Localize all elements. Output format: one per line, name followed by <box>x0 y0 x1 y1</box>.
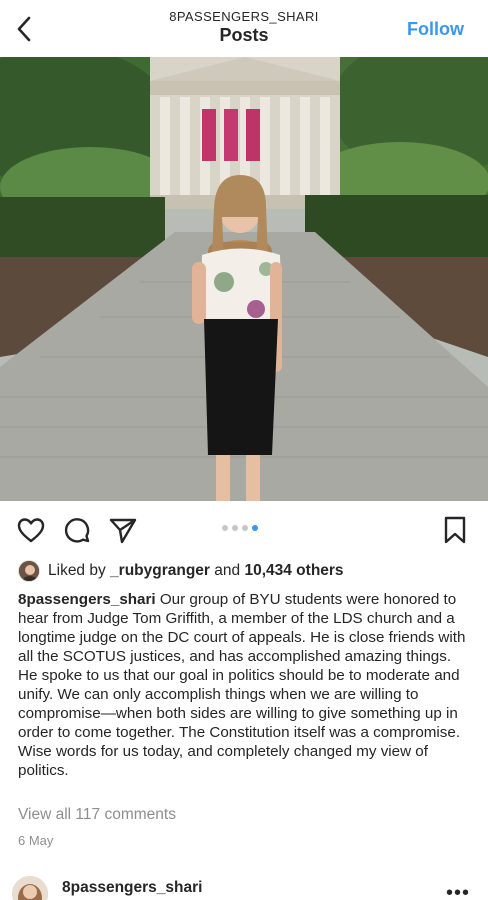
liker-avatar <box>18 560 40 582</box>
comment-icon <box>64 518 90 543</box>
post-caption: 8passengers_shari Our group of BYU stude… <box>18 590 474 780</box>
share-button[interactable] <box>108 515 138 545</box>
follow-button[interactable]: Follow <box>407 19 464 40</box>
save-button[interactable] <box>440 515 470 545</box>
heart-icon <box>17 518 45 543</box>
likes-others-count[interactable]: 10,434 others <box>244 562 343 580</box>
next-post-username[interactable]: 8passengers_shari <box>62 879 202 897</box>
likes-prefix: Liked by <box>48 562 106 579</box>
carousel-dot <box>232 525 238 531</box>
post-actions-bar <box>0 501 488 557</box>
view-all-comments-link[interactable]: View all 117 comments <box>18 806 176 824</box>
carousel-indicator <box>222 525 258 531</box>
likes-joiner: and <box>214 562 241 579</box>
more-options-button[interactable]: ••• <box>446 882 470 900</box>
send-icon <box>109 518 137 544</box>
post-photo[interactable] <box>0 57 488 501</box>
carousel-dot <box>222 525 228 531</box>
top-bar: 8PASSENGERS_SHARI Posts Follow <box>0 0 488 56</box>
post-date: 6 May <box>18 833 54 848</box>
next-post-header: 8passengers_shari ••• <box>0 872 488 900</box>
bookmark-icon <box>444 516 466 544</box>
liker-username[interactable]: _rubygranger <box>110 562 210 580</box>
carousel-dot-active <box>252 525 258 531</box>
likes-summary[interactable]: Liked by _rubygranger and 10,434 others <box>18 560 344 582</box>
avatar[interactable] <box>12 876 48 900</box>
like-button[interactable] <box>16 515 46 545</box>
caption-text: Our group of BYU students were honored t… <box>18 591 466 779</box>
carousel-dot <box>242 525 248 531</box>
caption-username[interactable]: 8passengers_shari <box>18 591 156 608</box>
comment-button[interactable] <box>62 515 92 545</box>
